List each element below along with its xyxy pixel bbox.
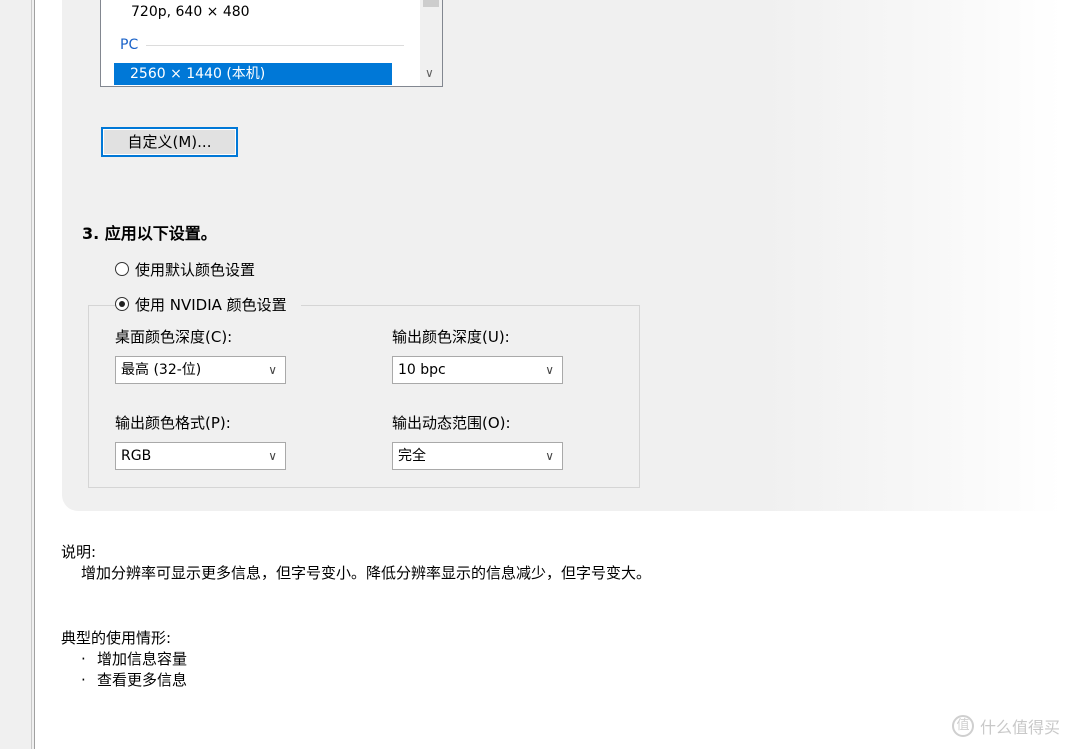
chevron-down-icon[interactable]: ∨ xyxy=(545,357,554,383)
chevron-down-icon[interactable]: ∨ xyxy=(545,443,554,469)
output-depth-value: 10 bpc xyxy=(398,362,446,378)
output-range-label: 输出动态范围(O): xyxy=(392,414,511,432)
watermark-text: 什么值得买 xyxy=(980,718,1061,737)
bullet-icon: · xyxy=(81,650,86,668)
usage-item-text: 查看更多信息 xyxy=(97,671,188,689)
output-range-value: 完全 xyxy=(398,448,426,464)
resolution-group-header: PC xyxy=(120,36,404,54)
radio-nvidia-label: 使用 NVIDIA 颜色设置 xyxy=(135,295,287,314)
usage-list: · 增加信息容量 · 查看更多信息 xyxy=(61,649,187,691)
radio-default-color[interactable]: 使用默认颜色设置 xyxy=(115,258,255,280)
chevron-down-icon[interactable]: ∨ xyxy=(425,66,434,80)
output-depth-select[interactable]: 10 bpc ∨ xyxy=(392,356,563,384)
desktop-depth-label: 桌面颜色深度(C): xyxy=(115,328,233,346)
radio-default-label: 使用默认颜色设置 xyxy=(135,260,256,279)
output-format-label: 输出颜色格式(P): xyxy=(115,414,231,432)
customize-button[interactable]: 自定义(M)... xyxy=(101,127,238,157)
output-range-select[interactable]: 完全 ∨ xyxy=(392,442,563,470)
list-item: · 查看更多信息 xyxy=(81,670,187,691)
output-format-select[interactable]: RGB ∨ xyxy=(115,442,286,470)
output-depth-label: 输出颜色深度(U): xyxy=(392,328,510,346)
chevron-down-icon[interactable]: ∨ xyxy=(268,443,277,469)
usage-item-text: 增加信息容量 xyxy=(97,650,188,668)
radio-checked-icon[interactable] xyxy=(115,297,129,311)
desktop-depth-value: 最高 (32-位) xyxy=(121,362,202,378)
desktop-depth-select[interactable]: 最高 (32-位) ∨ xyxy=(115,356,286,384)
chevron-down-icon[interactable]: ∨ xyxy=(268,357,277,383)
listbox-scrollbar[interactable]: ∨ xyxy=(420,0,442,86)
resolution-item-selected[interactable]: 2560 × 1440 (本机) xyxy=(114,63,392,85)
group-divider xyxy=(146,44,404,46)
description-body: 增加分辨率可显示更多信息，但字号变小。降低分辨率显示的信息减少，但字号变大。 xyxy=(81,564,652,582)
description-heading: 说明: xyxy=(61,543,97,561)
watermark-logo-icon: 值 xyxy=(952,715,974,737)
window-left-border xyxy=(0,0,35,749)
usage-section: 典型的使用情形: · 增加信息容量 · 查看更多信息 xyxy=(61,628,187,691)
scrollbar-thumb[interactable] xyxy=(423,0,439,7)
output-format-value: RGB xyxy=(121,448,152,464)
resolution-item[interactable]: 720p, 640 × 480 xyxy=(131,4,250,20)
resolution-listbox[interactable]: 720p, 640 × 480 PC 2560 × 1440 (本机) ∨ xyxy=(100,0,443,87)
resolution-group-label: PC xyxy=(120,37,139,53)
usage-heading: 典型的使用情形: xyxy=(61,629,172,647)
list-item: · 增加信息容量 xyxy=(81,649,187,670)
bullet-icon: · xyxy=(81,671,86,689)
step3-title: 3. 应用以下设置。 xyxy=(82,224,217,243)
watermark: 值 什么值得买 xyxy=(952,714,1060,738)
radio-nvidia-color[interactable]: 使用 NVIDIA 颜色设置 xyxy=(115,293,301,315)
radio-unchecked-icon[interactable] xyxy=(115,262,129,276)
description-section: 说明: 增加分辨率可显示更多信息，但字号变小。降低分辨率显示的信息减少，但字号变… xyxy=(61,542,651,584)
